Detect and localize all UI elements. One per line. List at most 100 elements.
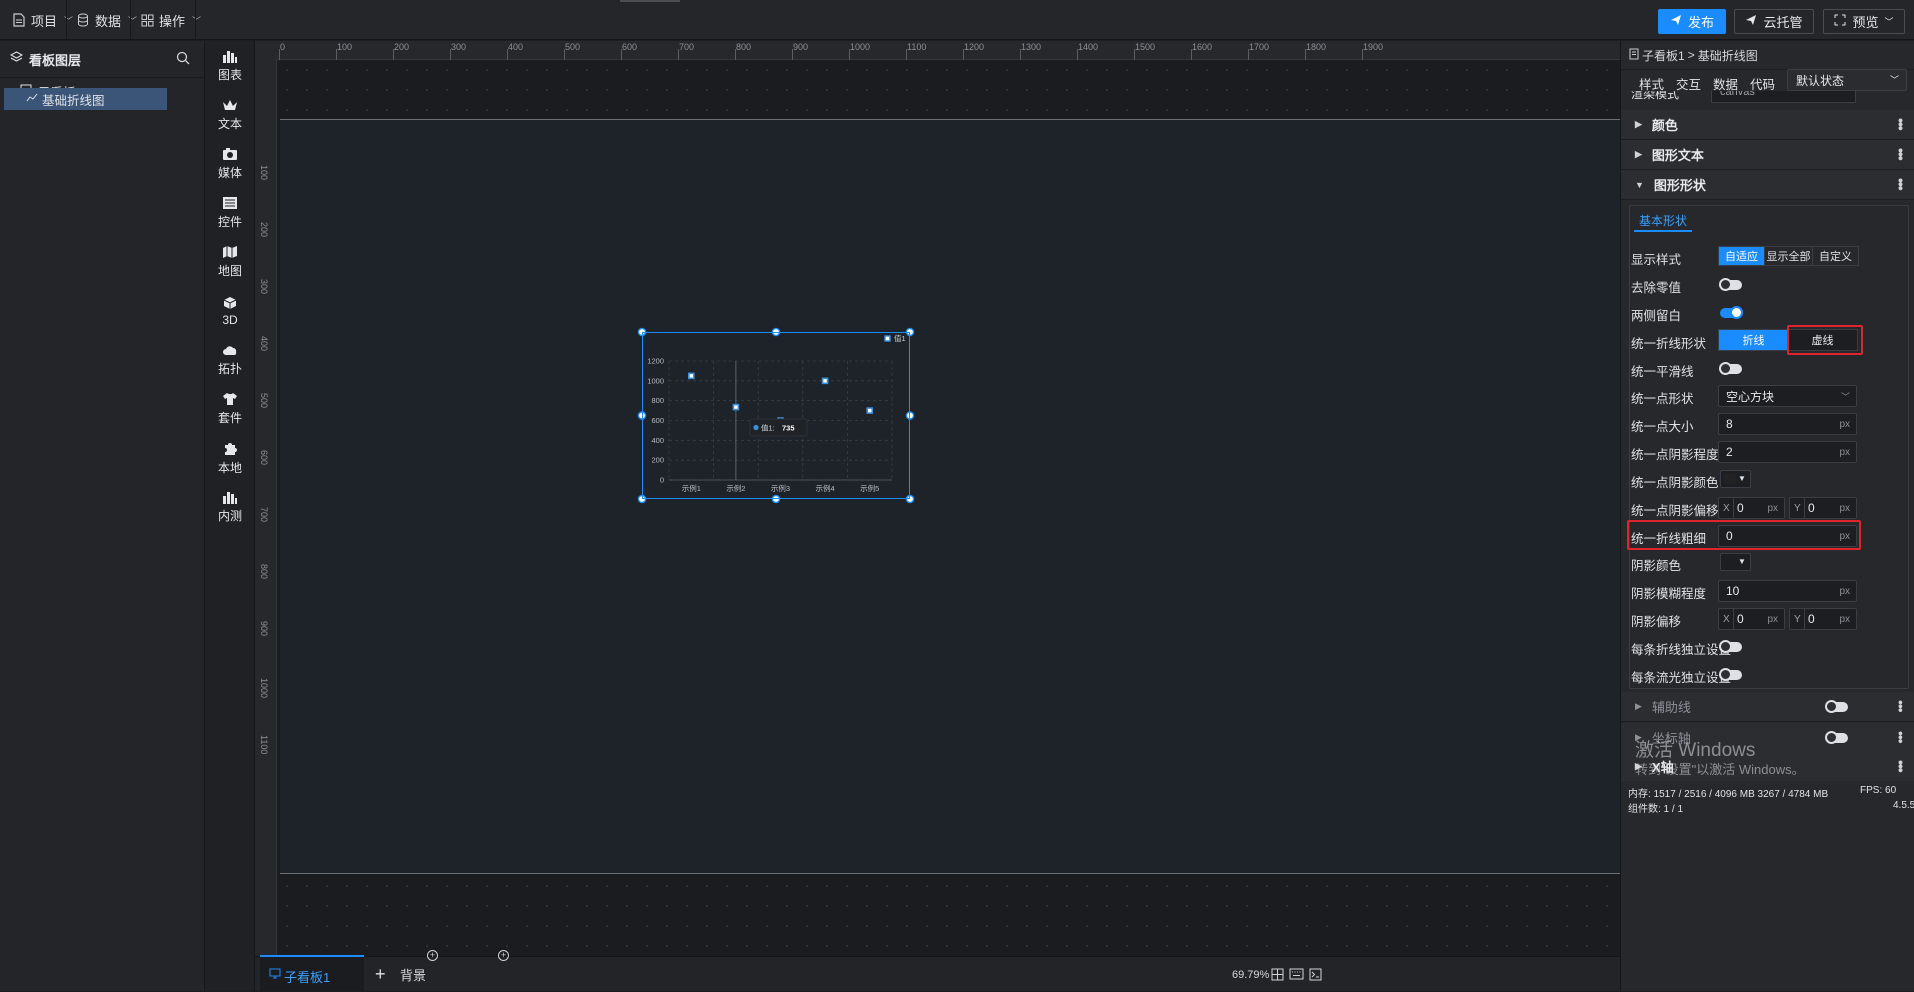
more-vertical-icon[interactable]: ••• — [1893, 700, 1909, 712]
control-icon — [222, 196, 238, 210]
point-size-value: 8 — [1726, 417, 1733, 431]
smooth-toggle[interactable] — [1719, 362, 1742, 375]
widget-beta-label: 内测 — [217, 509, 242, 523]
tab-style[interactable]: 样式 — [1639, 74, 1664, 93]
layer-chart-item[interactable]: 基础折线图 — [4, 88, 167, 110]
point-shape-select[interactable]: 空心方块 ﹀ — [1718, 385, 1857, 407]
shadow-offset-x-value: 0 — [1737, 612, 1744, 626]
add-circle-icon[interactable]: + — [498, 950, 509, 961]
fps-status: FPS: 60 — [1860, 785, 1897, 796]
tab-data[interactable]: 数据 — [1713, 74, 1738, 93]
shadow-blur-input[interactable]: 10 px — [1718, 580, 1857, 602]
search-icon[interactable] — [176, 51, 190, 68]
canvas-grid-top — [277, 60, 1620, 120]
more-vertical-icon[interactable]: ••• — [1893, 178, 1909, 190]
more-vertical-icon[interactable]: ••• — [1893, 118, 1909, 130]
display-style-adaptive[interactable]: 自适应 — [1719, 247, 1764, 265]
preview-button[interactable]: 预览 ﹀ — [1823, 9, 1905, 34]
unit-label: px — [1839, 502, 1850, 514]
layer-chart-label: 基础折线图 — [42, 93, 105, 108]
widget-media[interactable]: 媒体 — [205, 139, 255, 189]
widget-chart[interactable]: 图表 — [205, 41, 255, 91]
ruler-top-label: 1900 — [1363, 42, 1384, 52]
ruler-top-label: 1500 — [1135, 42, 1156, 52]
widget-map[interactable]: 地图 — [205, 237, 255, 287]
each-line-toggle[interactable] — [1719, 640, 1742, 653]
both-sides-blank-label: 两侧留白 — [1631, 309, 1682, 323]
cloud-host-button[interactable]: 云托管 — [1734, 9, 1814, 34]
section-graph-shape[interactable]: ▼ 图形形状 ••• — [1621, 170, 1914, 200]
line-shape-solid-label: 折线 — [1742, 335, 1765, 347]
tab-code[interactable]: 代码 — [1750, 74, 1775, 93]
section-aux-line[interactable]: ▶ 辅助线 ••• — [1621, 692, 1914, 722]
version-label: 4.5.5 — [1893, 800, 1914, 811]
tab-interaction[interactable]: 交互 — [1676, 74, 1701, 93]
preview-label: 预览 — [1852, 15, 1879, 30]
point-shadow-offset-y[interactable]: Y 0 px — [1789, 497, 1857, 519]
shadow-color-picker[interactable]: ▼ — [1720, 553, 1751, 571]
unit-label: px — [1839, 418, 1850, 430]
point-shadow-offset-x[interactable]: X 0 px — [1718, 497, 1785, 519]
widget-3d[interactable]: 3D — [205, 286, 255, 336]
component-count: 组件数: 1 / 1 — [1628, 804, 1684, 815]
widget-text[interactable]: 文本 — [205, 90, 255, 140]
keyboard-icon[interactable] — [1289, 968, 1304, 983]
point-shadow-input[interactable]: 2 px — [1718, 441, 1857, 463]
dashboard-board[interactable] — [280, 119, 1620, 874]
add-board-button[interactable]: + — [375, 957, 386, 992]
state-select[interactable]: 默认状态 ﹀ — [1787, 69, 1907, 91]
canvas-area[interactable]: 0 100 200 300 400 500 600 700 800 900 1000 1100 1200… — [255, 41, 1620, 956]
section-aux-line-label: 辅助线 — [1651, 700, 1691, 715]
point-size-input[interactable]: 8 px — [1718, 413, 1857, 435]
unit-label: px — [1767, 502, 1778, 514]
ruler-corner — [255, 41, 277, 60]
aux-line-toggle[interactable] — [1825, 700, 1848, 713]
shadow-blur-value: 10 — [1726, 584, 1740, 598]
axis-toggle[interactable] — [1825, 731, 1848, 744]
widget-kit[interactable]: 套件 — [205, 384, 255, 434]
zoom-level[interactable]: 69.79% — [1232, 957, 1269, 992]
each-flow-toggle[interactable] — [1719, 668, 1742, 681]
ruler-top-label: 800 — [736, 42, 752, 52]
breadcrumb-separator: > — [1687, 48, 1695, 62]
remove-zero-toggle[interactable] — [1719, 278, 1742, 291]
map-icon — [222, 245, 238, 259]
render-mode-select[interactable]: canvas — [1711, 91, 1856, 103]
highlight-box-dashed — [1787, 325, 1863, 355]
section-color[interactable]: ▶ 颜色 ••• — [1621, 110, 1914, 140]
more-vertical-icon[interactable]: ••• — [1893, 731, 1909, 743]
both-sides-blank-toggle[interactable] — [1720, 306, 1743, 319]
layer-panel-header: 看板图层 — [0, 41, 204, 78]
menu-operate[interactable]: 操作 ﹀ — [134, 8, 207, 32]
add-circle-icon[interactable]: + — [427, 950, 438, 961]
tab-board-selected[interactable]: 子看板1 — [260, 955, 364, 991]
line-chart-component[interactable]: 1200 1000 800 600 400 200 0 示例1 示例2 示例3 示例4 示例5 值1 值1… — [637, 327, 915, 504]
widget-local[interactable]: 本地 — [205, 433, 255, 483]
shadow-offset-y[interactable]: Y 0 px — [1789, 608, 1857, 630]
display-style-custom[interactable]: 自定义 — [1812, 247, 1858, 265]
cloud-icon — [222, 344, 238, 357]
breadcrumb-root[interactable]: 子看板1 — [1642, 47, 1685, 64]
display-style-all[interactable]: 显示全部 — [1764, 247, 1812, 265]
tab-background[interactable]: 背景 — [400, 957, 426, 992]
line-shape-solid[interactable]: 折线 — [1719, 330, 1788, 350]
fit-screen-icon[interactable] — [1271, 968, 1284, 984]
subtab-basic-shape[interactable]: 基本形状 — [1634, 212, 1693, 232]
widget-topology[interactable]: 拓扑 — [205, 335, 255, 385]
more-vertical-icon[interactable]: ••• — [1893, 148, 1909, 160]
terminal-icon[interactable] — [1309, 968, 1322, 984]
shadow-offset-x[interactable]: X 0 px — [1718, 608, 1785, 630]
menu-data[interactable]: 数据 ﹀ — [70, 8, 143, 32]
section-color-label: 颜色 — [1651, 118, 1678, 133]
display-style-custom-label: 自定义 — [1819, 251, 1852, 263]
menu-project[interactable]: 项目 ﹀ — [6, 8, 79, 32]
ruler-top-label: 200 — [394, 42, 410, 52]
bar-chart-icon — [222, 49, 238, 63]
chevron-down-icon: ﹀ — [1840, 391, 1850, 402]
widget-control[interactable]: 控件 — [205, 188, 255, 238]
more-vertical-icon[interactable]: ••• — [1893, 760, 1909, 772]
publish-button[interactable]: 发布 — [1658, 9, 1726, 34]
section-graph-text[interactable]: ▶ 图形文本 ••• — [1621, 140, 1914, 170]
point-shadow-color-picker[interactable]: ▼ — [1720, 470, 1751, 488]
widget-beta[interactable]: 内测 — [205, 482, 255, 532]
